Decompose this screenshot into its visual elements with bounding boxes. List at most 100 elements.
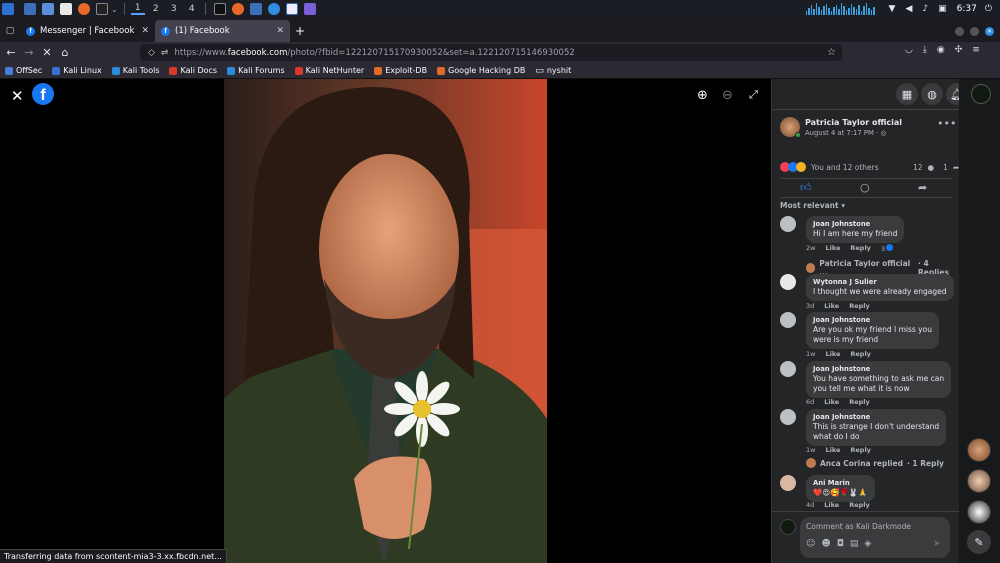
reply-link[interactable]: Reply (850, 244, 871, 253)
kali-menu-icon[interactable] (2, 3, 14, 15)
profile-menu-avatar[interactable] (971, 84, 991, 104)
bookmark-kali-forums[interactable]: Kali Forums (227, 66, 285, 75)
terminal-window-icon[interactable] (213, 3, 226, 15)
comment-bubble[interactable]: Wytonna J Sulier I thought we were alread… (806, 274, 954, 301)
chevron-down-icon[interactable]: ⌄ (111, 5, 118, 14)
menu-icon[interactable]: ≡ (972, 45, 980, 55)
commenter-avatar[interactable] (780, 361, 796, 377)
camera-icon[interactable]: ◘ (837, 539, 844, 549)
url-text[interactable]: https://www.facebook.com/photo/?fbid=122… (174, 48, 574, 58)
like-link[interactable]: Like (824, 302, 839, 310)
firefox-window-icon[interactable] (231, 3, 244, 15)
send-icon[interactable]: ➤ (933, 539, 941, 549)
home-icon[interactable]: ⌂ (56, 46, 74, 59)
comment-bubble[interactable]: Ani Marin ❤️😍🥰🌹🐰🙏 (806, 475, 875, 502)
zoom-in-icon[interactable]: ⊕ (697, 88, 708, 103)
reply-link[interactable]: Reply (850, 350, 871, 358)
reactions-summary[interactable]: You and 12 others (780, 162, 879, 172)
workspace-3[interactable]: 3 (167, 4, 181, 14)
commenter-name[interactable]: Ani Marin (813, 478, 868, 488)
like-link[interactable]: Like (825, 244, 840, 253)
tab-facebook[interactable]: f (1) Facebook ✕ (155, 20, 290, 42)
bookmark-kali-nethunter[interactable]: Kali NetHunter (294, 66, 364, 75)
commenter-avatar[interactable] (780, 475, 796, 491)
reply-link[interactable]: Reply (850, 446, 871, 454)
workspace-2[interactable]: 2 (149, 4, 163, 14)
pocket-icon[interactable]: ◡ (905, 45, 913, 55)
comment-button-icon[interactable]: ○ (860, 181, 870, 194)
contact-avatar[interactable] (967, 469, 991, 493)
bookmark-star-icon[interactable]: ☆ (827, 47, 836, 58)
account-icon[interactable]: ◉ (937, 45, 945, 55)
download-icon[interactable]: ⤓ (923, 45, 927, 55)
files-icon[interactable] (42, 3, 54, 15)
fullscreen-icon[interactable]: ⤢ (749, 88, 758, 102)
like-link[interactable]: Like (824, 398, 839, 406)
power-icon[interactable]: ⏻ (985, 4, 992, 14)
commenter-name[interactable]: Joan Johnstone (813, 364, 944, 374)
volume-icon[interactable]: ◀ (905, 4, 912, 14)
checkbox-app-icon[interactable] (285, 3, 298, 15)
address-bar[interactable]: ◇ ⇌ https://www.facebook.com/photo/?fbid… (140, 44, 842, 61)
lock-icon[interactable]: ▣ (938, 4, 947, 14)
bookmark-google-hacking-db[interactable]: Google Hacking DB (437, 66, 525, 75)
like-button-icon[interactable]: 👍︎ (800, 181, 812, 194)
comment-bubble[interactable]: Joan Johnstone You have something to ask … (806, 361, 952, 398)
comment-reaction-count[interactable]: 3 (881, 244, 894, 253)
comment-time[interactable]: 3d (806, 302, 814, 310)
comment-time[interactable]: 6d (806, 398, 814, 406)
comment-input[interactable]: Comment as Kali Darkmode (806, 522, 911, 531)
like-link[interactable]: Like (824, 501, 839, 509)
comment-time[interactable]: 2w (806, 244, 815, 253)
clock[interactable]: 6:37 (957, 4, 977, 14)
stop-loading-icon[interactable]: ✕ (38, 46, 56, 59)
share-button-icon[interactable]: ➦ (918, 181, 927, 194)
my-avatar[interactable] (780, 519, 796, 535)
sort-dropdown[interactable]: Most relevant ▾ (780, 201, 845, 210)
extensions-icon[interactable]: ✣ (955, 45, 963, 55)
comment-composer[interactable]: Comment as Kali Darkmode ☺ ☻ ◘ ▤ ◈ ➤ (800, 517, 950, 558)
new-tab-button[interactable]: + (290, 20, 310, 42)
commenter-name[interactable]: Joan Johnstone (813, 315, 932, 325)
commenter-name[interactable]: Joan Johnstone (813, 219, 897, 229)
comment-bubble[interactable]: Joan Johnstone Are you ok my friend I mis… (806, 312, 939, 349)
app-window-icon[interactable] (267, 3, 280, 15)
bookmark-kali-tools[interactable]: Kali Tools (111, 66, 159, 75)
menu-grid-icon[interactable]: ▦ (896, 83, 918, 105)
like-link[interactable]: Like (825, 350, 840, 358)
forward-icon[interactable]: → (20, 46, 38, 59)
bookmark-kali-docs[interactable]: Kali Docs (169, 66, 217, 75)
bookmark-kali-linux[interactable]: Kali Linux (52, 66, 102, 75)
post-photo[interactable] (224, 79, 547, 563)
bookmark-exploit-db[interactable]: Exploit-DB (374, 66, 427, 75)
view-replies-link[interactable]: Anca Corina replied · 1 Reply (806, 458, 944, 468)
commenter-name[interactable]: Wytonna J Sulier (813, 277, 947, 287)
minimize-icon[interactable] (955, 26, 964, 36)
bell-icon[interactable]: ♪ (922, 4, 928, 14)
workspace-1[interactable]: 1 (130, 3, 145, 15)
emoji-icon[interactable]: ☻ (821, 539, 830, 549)
messenger-icon[interactable]: ◍ (921, 83, 943, 105)
shield-icon[interactable]: ▼ (889, 4, 896, 14)
workspace-4[interactable]: 4 (185, 4, 199, 14)
comment-bubble[interactable]: Joan Johnstone This is strange I don't un… (806, 409, 947, 446)
reply-link[interactable]: Reply (849, 398, 870, 406)
commenter-avatar[interactable] (780, 409, 796, 425)
maximize-icon[interactable] (970, 26, 979, 36)
post-date[interactable]: August 4 at 7:17 PM · ◎ (805, 129, 886, 137)
commenter-avatar[interactable] (780, 312, 796, 328)
comment-time[interactable]: 4d (806, 501, 814, 509)
sticker-icon[interactable]: ◈ (864, 539, 871, 549)
commenter-avatar[interactable] (780, 216, 796, 232)
back-icon[interactable]: ← (2, 46, 20, 59)
close-tab-icon[interactable]: ✕ (141, 26, 149, 36)
reply-link[interactable]: Reply (849, 302, 870, 310)
terminal-icon[interactable] (96, 3, 108, 15)
bookmark-offsec[interactable]: OffSec (5, 66, 42, 75)
folder-window-icon[interactable] (249, 3, 262, 15)
facebook-logo-icon[interactable]: f (32, 83, 54, 105)
desktop-icon[interactable] (24, 3, 36, 15)
avatar-sticker-icon[interactable]: ☺ (806, 539, 815, 549)
contact-avatar[interactable] (967, 500, 991, 524)
reply-link[interactable]: Reply (849, 501, 870, 509)
